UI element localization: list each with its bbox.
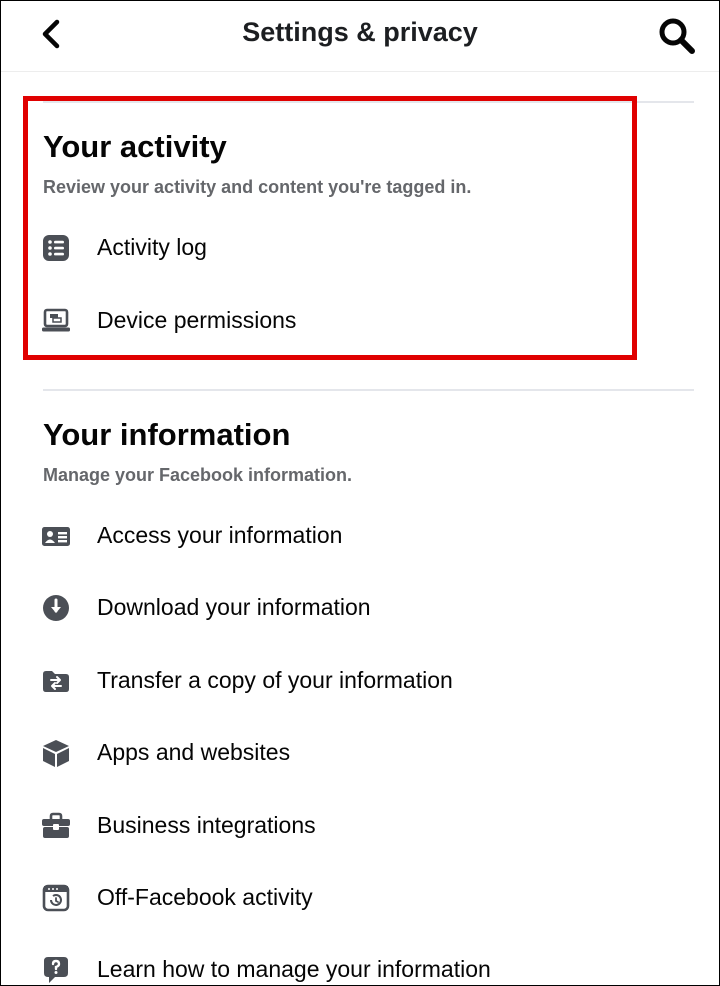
briefcase-icon <box>41 811 71 841</box>
download-icon <box>41 593 71 623</box>
search-icon <box>656 15 700 57</box>
menu-item-business-integrations[interactable]: Business integrations <box>41 803 681 851</box>
menu-item-learn-how-to-manage[interactable]: Learn how to manage your information <box>41 947 681 985</box>
menu-item-label: Business integrations <box>97 812 316 838</box>
menu-item-label: Apps and websites <box>97 739 291 765</box>
laptop-icon <box>41 306 71 336</box>
calendar-history-icon <box>41 883 71 913</box>
menu-item-device-permissions[interactable]: Device permissions <box>41 298 681 346</box>
menu-item-download-your-information[interactable]: Download your information <box>41 585 681 633</box>
settings-privacy-screen: Settings & privacy Your activity Review … <box>0 0 720 986</box>
menu-item-apps-and-websites[interactable]: Apps and websites <box>41 730 681 778</box>
cube-icon <box>41 738 71 768</box>
menu-item-label: Download your information <box>97 594 371 620</box>
menu-item-label: Learn how to manage your information <box>97 956 491 982</box>
section-divider <box>43 389 694 391</box>
top-bar: Settings & privacy <box>1 1 719 72</box>
menu-item-off-facebook-activity[interactable]: Off-Facebook activity <box>41 875 681 923</box>
menu-item-label: Access your information <box>97 522 343 548</box>
menu-item-label: Transfer a copy of your information <box>97 667 453 693</box>
page-title: Settings & privacy <box>242 17 478 47</box>
help-bubble-icon <box>41 955 71 985</box>
menu-item-transfer-a-copy[interactable]: Transfer a copy of your information <box>41 658 681 706</box>
folder-transfer-icon <box>41 666 71 696</box>
search-button[interactable] <box>656 15 700 57</box>
menu-item-activity-log[interactable]: Activity log <box>41 225 681 273</box>
section-divider <box>43 101 694 103</box>
menu-item-access-your-information[interactable]: Access your information <box>41 513 681 561</box>
section-title-your-activity: Your activity <box>43 129 227 164</box>
section-subtitle-your-information: Manage your Facebook information. <box>43 465 353 485</box>
menu-item-label: Activity log <box>97 234 207 260</box>
section-title-your-information: Your information <box>43 417 291 452</box>
list-icon <box>41 233 71 263</box>
id-card-icon <box>41 521 71 551</box>
section-subtitle-your-activity: Review your activity and content you're … <box>43 177 472 197</box>
menu-item-label: Device permissions <box>97 307 297 333</box>
menu-item-label: Off-Facebook activity <box>97 884 313 910</box>
